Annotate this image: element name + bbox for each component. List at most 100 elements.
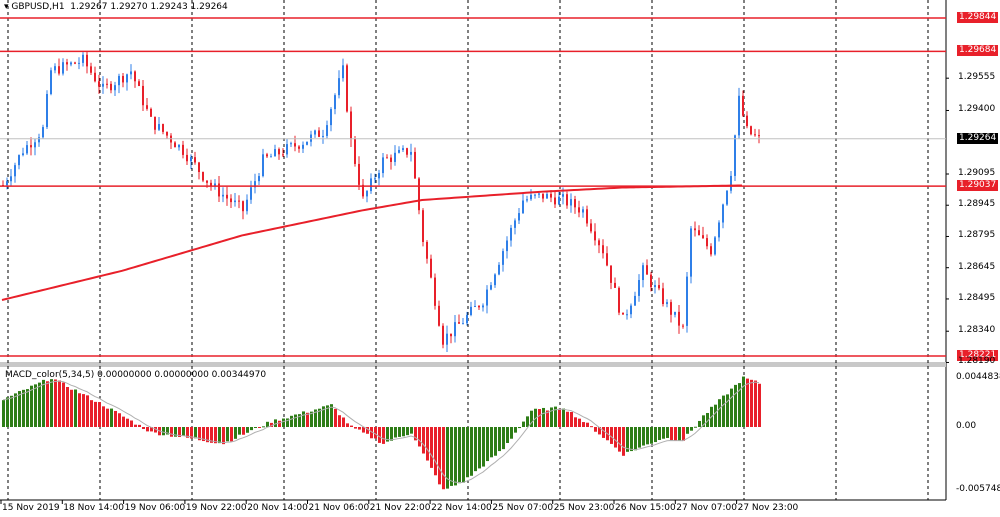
macd-bar: [78, 393, 81, 427]
macd-bar: [130, 420, 133, 427]
macd-bar: [578, 418, 581, 427]
bull-candle: [538, 193, 540, 195]
time-label: 21 Nov 06:00: [308, 503, 370, 513]
bull-candle: [582, 209, 584, 213]
price-tick-label: 1.29555: [958, 72, 996, 83]
bull-candle: [526, 199, 528, 201]
bull-candle: [482, 305, 484, 308]
bear-candle: [550, 193, 552, 198]
macd-bar: [654, 427, 657, 443]
macd-bar: [494, 427, 497, 456]
bull-candle: [638, 280, 640, 296]
bull-candle: [222, 194, 224, 197]
bull-candle: [62, 62, 64, 74]
bull-candle: [534, 194, 536, 196]
macd-bar: [558, 408, 561, 427]
macd-bar: [630, 427, 633, 452]
macd-bar: [290, 415, 293, 427]
bull-candle: [334, 95, 336, 110]
macd-bar: [378, 427, 381, 443]
macd-bar: [434, 427, 437, 476]
macd-bar: [522, 421, 525, 427]
bear-candle: [710, 246, 712, 255]
bull-candle: [674, 311, 676, 315]
macd-bar: [646, 427, 649, 445]
bull-candle: [114, 85, 116, 91]
time-label: 22 Nov 14:00: [431, 503, 492, 513]
bull-candle: [546, 193, 548, 199]
bull-candle: [274, 149, 276, 157]
macd-bar: [590, 426, 593, 428]
bear-candle: [698, 230, 700, 236]
bull-candle: [234, 200, 236, 203]
bull-candle: [258, 176, 260, 182]
bull-candle: [322, 135, 324, 137]
bull-candle: [486, 289, 488, 306]
hline-price-tag: 1.29844: [957, 12, 999, 23]
bull-candle: [410, 151, 412, 155]
macd-bar: [30, 385, 33, 427]
macd-bar: [526, 416, 529, 427]
bull-candle: [378, 173, 380, 179]
bear-candle: [758, 135, 760, 137]
bear-candle: [74, 62, 76, 64]
macd-bar: [758, 383, 761, 427]
time-label: 19 Nov 06:00: [124, 503, 186, 513]
time-label: 21 Nov 22:00: [369, 503, 431, 513]
bear-candle: [166, 131, 168, 136]
bull-candle: [22, 153, 24, 156]
bear-candle: [438, 305, 440, 326]
macd-bar: [258, 427, 261, 428]
macd-bar: [250, 427, 253, 431]
chart-canvas[interactable]: [0, 0, 1000, 517]
macd-bar: [662, 427, 665, 439]
bull-candle: [70, 62, 72, 65]
macd-bar: [518, 427, 521, 429]
bull-candle: [290, 143, 292, 145]
bear-candle: [754, 134, 756, 136]
macd-bar: [566, 411, 569, 427]
macd-bar: [714, 404, 717, 427]
macd-bar: [694, 426, 697, 428]
time-label: 25 Nov 07:00: [492, 503, 554, 513]
bear-candle: [670, 302, 672, 315]
price-tick-label: 1.28645: [958, 261, 996, 272]
bear-candle: [30, 145, 32, 148]
bull-candle: [570, 199, 572, 206]
bull-candle: [498, 264, 500, 275]
bear-candle: [294, 143, 296, 147]
macd-bar: [454, 427, 457, 486]
bear-candle: [598, 240, 600, 246]
macd-bar: [182, 427, 185, 437]
macd-bar: [142, 427, 145, 430]
macd-bar: [118, 413, 121, 427]
bear-candle: [122, 75, 124, 83]
bear-candle: [66, 62, 68, 65]
macd-bar: [482, 427, 485, 467]
macd-bar: [70, 389, 73, 427]
bull-candle: [666, 302, 668, 305]
bear-candle: [426, 241, 428, 259]
macd-bar: [614, 427, 617, 448]
macd-bar: [750, 379, 753, 427]
macd-bar: [450, 427, 453, 486]
macd-bar: [718, 399, 721, 427]
macd-bar: [42, 379, 45, 427]
macd-bar: [138, 424, 141, 427]
bear-candle: [106, 83, 108, 85]
macd-bar: [338, 415, 341, 427]
bull-candle: [490, 285, 492, 290]
macd-bar: [574, 417, 577, 427]
bull-candle: [78, 62, 80, 64]
macd-bar: [14, 393, 17, 427]
macd-bar: [746, 378, 749, 427]
bear-candle: [162, 124, 164, 132]
bull-candle: [118, 75, 120, 86]
bull-candle: [686, 276, 688, 326]
bear-candle: [566, 194, 568, 206]
macd-bar: [50, 379, 53, 427]
macd-bar: [62, 382, 65, 427]
hline-price-tag: 1.29037: [957, 180, 999, 192]
bull-candle: [474, 306, 476, 308]
bull-candle: [634, 295, 636, 306]
